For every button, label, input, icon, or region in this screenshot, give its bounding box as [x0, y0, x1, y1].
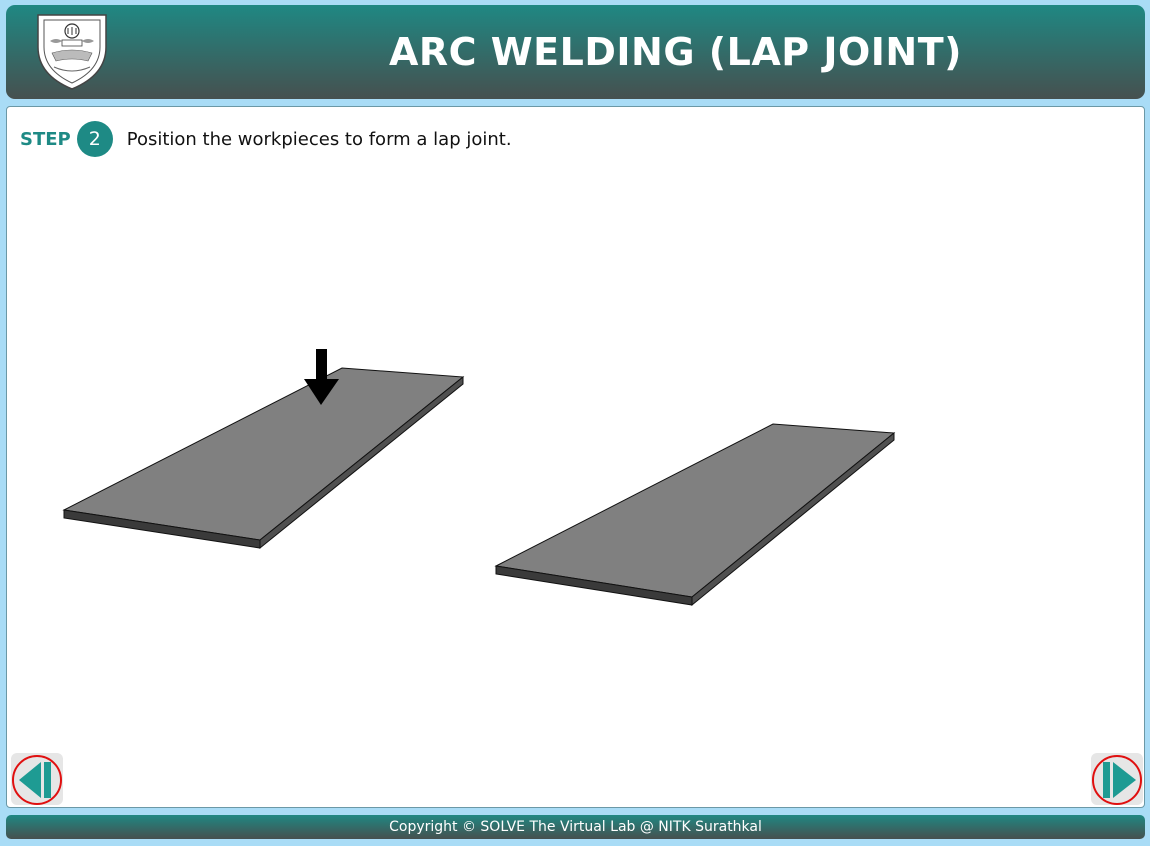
- next-step-button[interactable]: [1091, 753, 1143, 805]
- workpiece-left[interactable]: [62, 367, 465, 550]
- next-step-icon: [1092, 755, 1142, 805]
- footer-bar: Copyright © SOLVE The Virtual Lab @ NITK…: [6, 815, 1145, 839]
- previous-step-button[interactable]: [11, 753, 63, 805]
- previous-step-icon: [12, 755, 62, 805]
- welding-scene: [62, 349, 896, 607]
- workspace-panel: STEP 2 Position the workpieces to form a…: [6, 106, 1145, 808]
- copyright-text: Copyright © SOLVE The Virtual Lab @ NITK…: [389, 819, 762, 835]
- header-bar: ARC WELDING (LAP JOINT): [6, 5, 1145, 99]
- workpiece-right[interactable]: [494, 423, 896, 607]
- nitk-emblem-icon: [37, 14, 107, 90]
- page-title: ARC WELDING (LAP JOINT): [388, 30, 963, 74]
